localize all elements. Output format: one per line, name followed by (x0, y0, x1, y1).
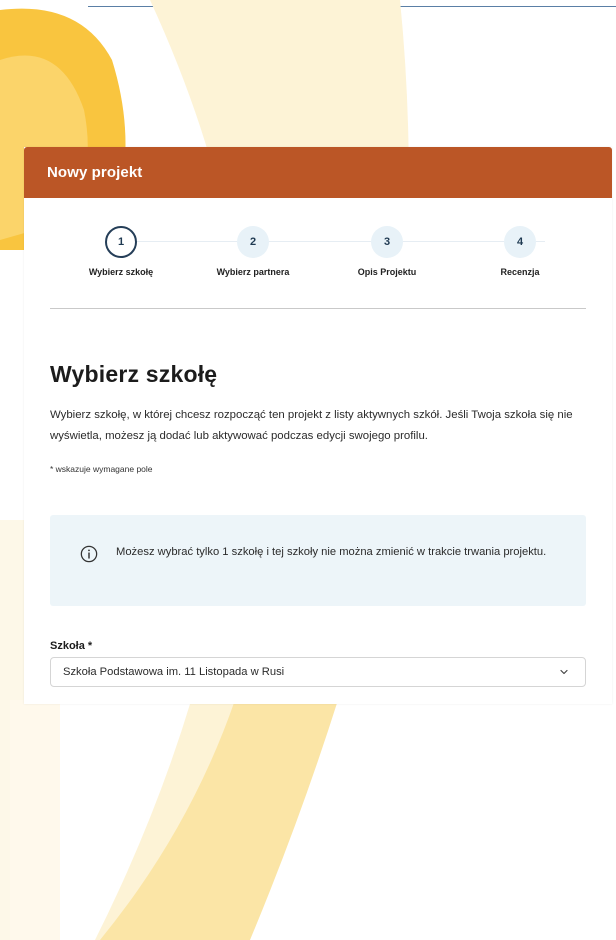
step-2[interactable]: 2 Wybierz partnera (188, 226, 318, 277)
info-icon (80, 545, 98, 563)
info-notice: Możesz wybrać tylko 1 szkołę i tej szkoł… (50, 515, 586, 606)
school-select[interactable]: Szkoła Podstawowa im. 11 Listopada w Rus… (50, 657, 586, 687)
step-2-circle: 2 (237, 226, 269, 258)
new-project-card: Nowy projekt 1 Wybierz szkołę 2 Wybierz … (24, 147, 612, 704)
stepper: 1 Wybierz szkołę 2 Wybierz partnera 3 Op… (50, 198, 586, 308)
step-3-label: Opis Projektu (357, 267, 417, 277)
page-title: Wybierz szkołę (50, 361, 218, 387)
step-1-label: Wybierz szkołę (88, 267, 154, 277)
card-title: Nowy projekt (47, 164, 143, 181)
step-4-label: Recenzja (500, 267, 540, 277)
step-3[interactable]: 3 Opis Projektu (322, 226, 452, 277)
stepper-divider (50, 308, 586, 309)
info-text: Możesz wybrać tylko 1 szkołę i tej szkoł… (116, 546, 547, 558)
step-1[interactable]: 1 Wybierz szkołę (56, 226, 186, 277)
step-4[interactable]: 4 Recenzja (455, 226, 585, 277)
step-4-circle: 4 (504, 226, 536, 258)
required-field-note: * wskazuje wymagane pole (50, 464, 153, 474)
school-select-value: Szkoła Podstawowa im. 11 Listopada w Rus… (63, 666, 285, 678)
intro-text: Wybierz szkołę, w której chcesz rozpoczą… (50, 409, 573, 442)
step-1-circle: 1 (105, 226, 137, 258)
step-3-circle: 3 (371, 226, 403, 258)
main-content: Wybierz szkołę Wybierz szkołę, w której … (24, 361, 612, 687)
step-2-label: Wybierz partnera (216, 267, 290, 277)
card-header: Nowy projekt (24, 147, 612, 198)
school-field-label: Szkoła * (50, 640, 93, 652)
chevron-down-icon (560, 669, 568, 675)
